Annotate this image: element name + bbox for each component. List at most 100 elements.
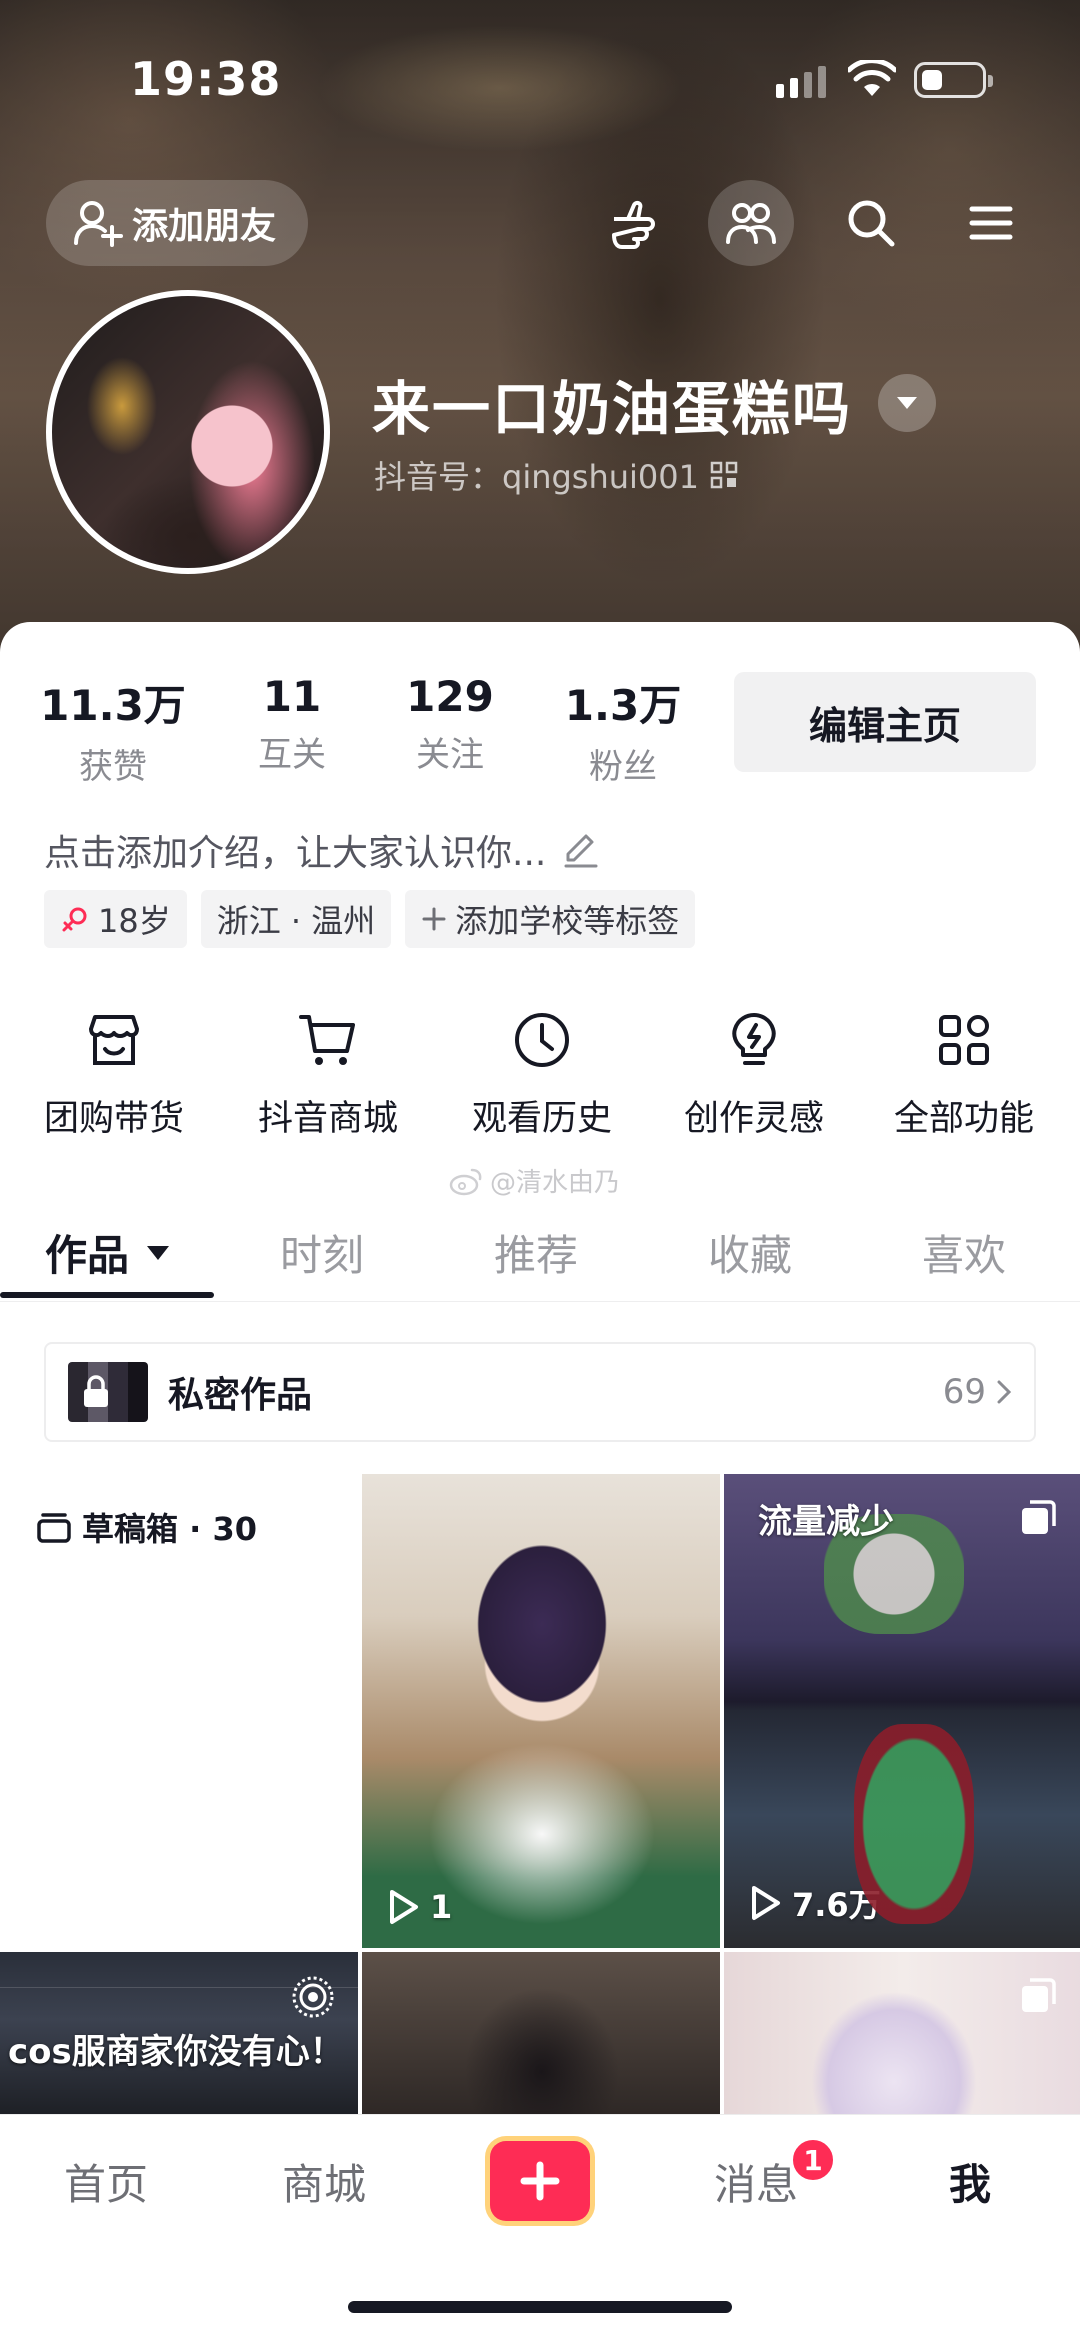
add-friend-button[interactable]: 添加朋友: [46, 180, 308, 266]
play-icon: [752, 1886, 780, 1920]
battery-icon: [914, 62, 993, 98]
multi-image-icon: [1022, 1500, 1056, 1534]
private-works-card[interactable]: 私密作品 69: [44, 1342, 1036, 1442]
age-tag[interactable]: 18岁: [44, 890, 187, 948]
play-icon: [390, 1890, 418, 1924]
shortcut-label: 团购带货: [43, 1099, 184, 1139]
pointing-hand-icon: [612, 200, 655, 249]
bottom-nav: 首页 商城 消息 1 我: [0, 2114, 1080, 2342]
tab-likes[interactable]: 喜欢: [874, 1222, 1054, 1283]
menu-button[interactable]: [948, 180, 1034, 266]
nav-mall[interactable]: 商城: [244, 2151, 404, 2212]
shortcut-label: 全部功能: [893, 1099, 1034, 1139]
home-indicator: [348, 2301, 732, 2313]
private-works-thumbnail: [68, 1362, 148, 1422]
lock-icon: [84, 1375, 108, 1407]
shortcut-history[interactable]: 观看历史: [452, 1002, 632, 1141]
shop-icon: [89, 1015, 139, 1065]
edit-profile-button[interactable]: 编辑主页: [734, 672, 1036, 772]
video-thumbnail[interactable]: [724, 1952, 1080, 2120]
add-school-tag[interactable]: 添加学校等标签: [405, 890, 696, 948]
tab-indicator: [0, 1292, 214, 1298]
drafts-box-icon: [37, 1513, 71, 1543]
works-grid: 草稿箱 · 30 1 流量减少 7.6万 cos服商家你没有心！: [0, 1474, 1080, 2120]
video-thumbnail[interactable]: [362, 1952, 720, 2120]
play-count-value: 1: [430, 1888, 453, 1926]
friends-icon: [726, 203, 776, 244]
stat-number: 11: [262, 672, 322, 721]
video-caption: 流量减少: [758, 1502, 894, 1542]
location-tag-label: 浙江 · 温州: [216, 902, 376, 940]
account-switch-button[interactable]: [878, 374, 936, 432]
stat-following[interactable]: 129 关注: [380, 672, 520, 776]
status-time: 19:38: [130, 52, 282, 106]
stat-followers[interactable]: 1.3万 粉丝: [538, 672, 708, 788]
wifi-icon: [848, 60, 896, 96]
pencil-icon: [564, 834, 598, 868]
friends-button[interactable]: [708, 180, 794, 266]
shortcut-mall[interactable]: 抖音商城: [238, 1002, 418, 1141]
douyin-id[interactable]: 抖音号：qingshui001: [374, 452, 739, 498]
shortcut-label: 创作灵感: [683, 1099, 824, 1139]
live-photo-icon: [292, 1976, 334, 2018]
location-tag[interactable]: 浙江 · 温州: [200, 890, 392, 948]
cart-icon: [299, 1015, 355, 1065]
drafts-text: 草稿箱 · 30: [82, 1510, 257, 1548]
stat-mutual[interactable]: 11 互关: [222, 672, 362, 776]
tab-recommend[interactable]: 推荐: [446, 1222, 626, 1283]
plus-icon: [520, 2161, 560, 2201]
tab-works[interactable]: 作品: [18, 1222, 198, 1283]
cellular-signal-icon: [776, 66, 826, 98]
shortcut-inspiration[interactable]: 创作灵感: [664, 1002, 844, 1141]
play-count: 7.6万: [748, 1880, 881, 1926]
shortcut-group-buy[interactable]: 团购带货: [24, 1002, 204, 1141]
play-count: 1: [386, 1888, 452, 1926]
tab-favorites[interactable]: 收藏: [660, 1222, 840, 1283]
triangle-down-icon: [147, 1245, 169, 1260]
video-thumbnail[interactable]: 1: [362, 1474, 720, 1948]
multi-image-icon: [1022, 1978, 1056, 2012]
stat-label: 关注: [416, 735, 484, 775]
content-tabs: 作品 时刻 推荐 收藏 喜欢: [0, 1212, 1080, 1302]
bio-text: 点击添加介绍，让大家认识你...: [44, 833, 547, 874]
video-caption: cos服商家你没有心！: [8, 2032, 344, 2072]
video-thumbnail[interactable]: cos服商家你没有心！: [0, 1952, 358, 2120]
chevron-right-icon: [997, 1380, 1012, 1404]
clock-icon: [515, 1013, 569, 1067]
watermark-text: @清水由乃: [490, 1168, 621, 1198]
drafts-cell[interactable]: 草稿箱 · 30: [0, 1474, 358, 1948]
stat-label: 互关: [258, 735, 326, 775]
status-bar: 19:38: [0, 0, 1080, 150]
shortcut-all-features[interactable]: 全部功能: [874, 1002, 1054, 1141]
hamburger-menu-icon: [969, 206, 1013, 240]
add-user-icon: [74, 201, 123, 247]
age-tag-label: 18岁: [98, 902, 171, 940]
lightbulb-icon: [732, 1013, 776, 1065]
add-friend-label: 添加朋友: [132, 206, 277, 247]
video-thumbnail[interactable]: 流量减少 7.6万: [724, 1474, 1080, 1948]
private-works-title: 私密作品: [168, 1375, 313, 1416]
watermark: @清水由乃: [448, 1162, 620, 1199]
bio[interactable]: 点击添加介绍，让大家认识你...: [44, 824, 600, 876]
create-button[interactable]: [490, 2141, 590, 2221]
avatar[interactable]: [46, 290, 330, 574]
profile-tags: 18岁 浙江 · 温州 添加学校等标签: [44, 890, 696, 948]
stat-label: 粉丝: [589, 747, 657, 787]
douyin-id-text: 抖音号：qingshui001: [374, 458, 700, 496]
shortcut-row: 团购带货 抖音商城 观看历史 创作灵感 全部功能: [0, 1002, 1080, 1152]
search-button[interactable]: [828, 180, 914, 266]
stat-number: 129: [406, 672, 494, 721]
qr-code-icon: [710, 461, 738, 489]
nav-home[interactable]: 首页: [26, 2151, 186, 2212]
private-works-number: 69: [942, 1372, 986, 1412]
nav-me[interactable]: 我: [890, 2151, 1050, 2212]
tab-moments[interactable]: 时刻: [232, 1222, 412, 1283]
messages-badge: 1: [790, 2137, 836, 2183]
stat-number: 1.3万: [564, 681, 682, 730]
stat-number: 11.3万: [40, 681, 186, 730]
add-school-label: 添加学校等标签: [455, 902, 680, 940]
triangle-down-icon: [897, 397, 917, 409]
nickname: 来一口奶油蛋糕吗: [372, 375, 853, 443]
stat-likes[interactable]: 11.3万 获赞: [28, 672, 198, 788]
visitor-button[interactable]: [594, 180, 680, 266]
